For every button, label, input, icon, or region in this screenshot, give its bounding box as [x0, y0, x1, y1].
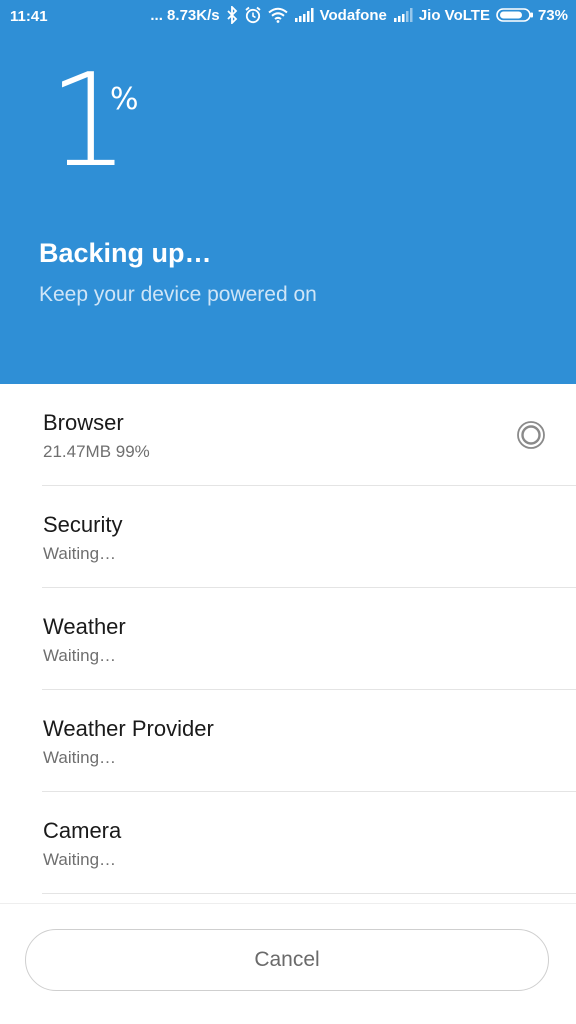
battery-icon: [496, 7, 534, 23]
item-name: Camera: [43, 818, 122, 843]
item-name: Security: [43, 512, 123, 537]
backup-item-list: Browser 21.47MB 99% Security Waiting… We…: [0, 384, 576, 894]
list-item-camera: Camera Waiting…: [42, 792, 576, 894]
cancel-button[interactable]: Cancel: [25, 929, 549, 991]
page-subtitle: Keep your device powered on: [39, 283, 317, 306]
list-item-security: Security Waiting…: [42, 486, 576, 588]
item-status: 21.47MB 99%: [43, 442, 150, 461]
list-item-weather: Weather Waiting…: [42, 588, 576, 690]
item-status: Waiting…: [43, 850, 117, 869]
progress-percent-value: 1: [48, 47, 129, 196]
carrier-name-2: Jio VoLTE: [418, 6, 490, 24]
battery-percent: 73%: [537, 6, 568, 24]
wifi-icon: [267, 7, 288, 23]
progress-ring-icon: [516, 420, 546, 450]
page-title: Backing up…: [39, 238, 212, 268]
backup-header: 11:41 ... 8.73K/s Vodafone Jio VoLTE 73%…: [0, 0, 576, 384]
carrier-name-1: Vodafone: [319, 6, 387, 24]
item-status: Waiting…: [43, 748, 117, 767]
list-item-weather-provider: Weather Provider Waiting…: [42, 690, 576, 792]
footer: Cancel: [0, 903, 576, 1024]
network-speed: ... 8.73K/s: [150, 6, 220, 24]
battery-status: 73%: [496, 7, 568, 24]
bluetooth-icon: [226, 6, 238, 24]
signal-icon: [393, 8, 413, 22]
list-item-browser: Browser 21.47MB 99%: [42, 384, 576, 486]
item-name: Weather Provider: [43, 716, 214, 741]
status-bar: 11:41 ... 8.73K/s Vodafone Jio VoLTE 73%: [0, 0, 576, 34]
status-indicators: ... 8.73K/s Vodafone Jio VoLTE 73%: [150, 6, 568, 24]
alarm-icon: [244, 6, 262, 24]
item-name: Weather: [43, 614, 126, 639]
signal-icon: [294, 8, 314, 22]
progress-percent-sign: %: [110, 82, 139, 117]
backup-screen: 11:41 ... 8.73K/s Vodafone Jio VoLTE 73%…: [0, 0, 576, 1024]
item-status: Waiting…: [43, 646, 117, 665]
item-status: Waiting…: [43, 544, 117, 563]
status-time: 11:41: [10, 8, 48, 25]
item-name: Browser: [43, 410, 124, 435]
